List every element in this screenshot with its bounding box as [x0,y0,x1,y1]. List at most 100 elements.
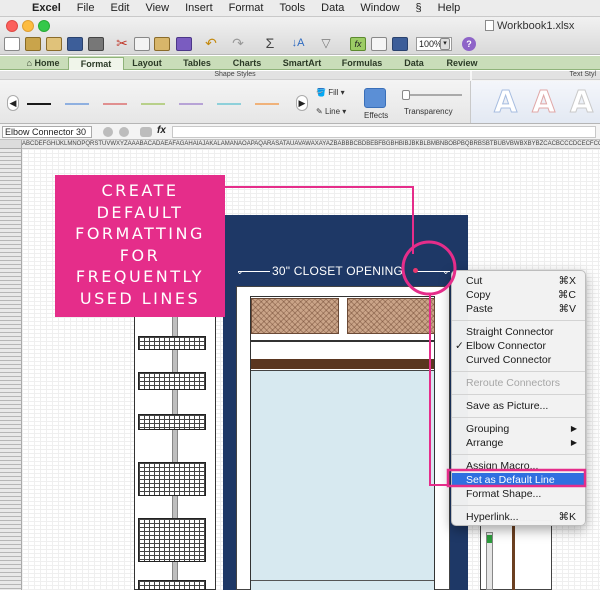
line-style-swatch[interactable] [179,103,203,105]
tab-tables[interactable]: Tables [176,57,218,70]
row-headers[interactable] [0,149,22,590]
menu-item-cut[interactable]: Cut ⌘X [452,274,585,288]
menu-tools[interactable]: Tools [271,2,313,14]
insert-function-icon[interactable]: fx [350,37,366,51]
line-style-swatch[interactable] [141,103,165,105]
transparency-slider[interactable] [402,94,462,96]
tab-data[interactable]: Data [396,57,432,70]
wire-drawer[interactable] [138,462,206,496]
menu-item-set-as-default-line[interactable]: Set as Default Line [452,473,585,487]
name-box[interactable]: Elbow Connector 30 [2,126,92,138]
menu-item-hyperlink[interactable]: Hyperlink... ⌘K [452,510,585,524]
toolbox-icon[interactable] [392,37,408,51]
side-closet-rod[interactable] [512,522,515,590]
shortcut-label: ⌘K [558,511,576,523]
wire-drawer[interactable] [138,372,206,390]
callout-line: USED LINES [79,288,201,308]
help-icon[interactable]: ? [462,37,476,51]
effects-button[interactable] [364,88,386,108]
menu-item-assign-macro[interactable]: Assign Macro... [452,459,585,473]
tab-charts[interactable]: Charts [226,57,268,70]
menu-format[interactable]: Format [221,2,272,14]
format-painter-icon[interactable] [176,37,192,51]
undo-icon[interactable]: ↶ [203,36,219,51]
formula-input[interactable] [172,126,596,138]
pen-icon: ✎ [316,107,323,116]
minimize-window-button[interactable] [22,20,34,32]
menu-edit[interactable]: Edit [102,2,137,14]
autosum-icon[interactable]: Σ [262,36,278,51]
wire-drawer[interactable] [138,336,206,350]
save-icon[interactable] [67,37,83,51]
templates-icon[interactable] [25,37,41,51]
side-closet-marker[interactable] [487,535,492,543]
tab-layout[interactable]: Layout [126,57,168,70]
tab-formulas[interactable]: Formulas [336,57,388,70]
menu-help[interactable]: Help [430,2,469,14]
menu-data[interactable]: Data [313,2,352,14]
wire-drawer[interactable] [138,518,206,562]
menu-file[interactable]: File [69,2,103,14]
gallery-previous-button[interactable]: ◀ [7,95,19,111]
show-formatting-palette-icon[interactable] [371,37,387,51]
close-window-button[interactable] [6,20,18,32]
menu-item-arrange[interactable]: Arrange ▶ [452,436,585,450]
select-all-corner[interactable] [0,140,22,149]
fill-button[interactable]: 🪣 Fill ▾ [316,88,345,97]
tab-review[interactable]: Review [440,57,484,70]
zoom-dropdown-icon[interactable]: ▾ [440,38,450,50]
line-style-swatch[interactable] [217,103,241,105]
new-document-icon[interactable] [4,37,20,51]
tab-format[interactable]: Format [68,57,124,70]
zoom-window-button[interactable] [38,20,50,32]
copy-icon[interactable] [134,37,150,51]
wordart-style-red[interactable]: A [531,85,555,121]
tab-smartart[interactable]: SmartArt [276,57,328,70]
menu-item-paste[interactable]: Paste ⌘V [452,302,585,316]
ribbon-body: Shape Styles Text Styl ◀ ▶ 🪣 Fill ▾ ✎ Li… [0,71,600,124]
wire-drawer[interactable] [138,580,206,590]
storage-basket[interactable] [251,298,339,334]
redo-icon[interactable]: ↷ [230,36,246,51]
line-style-swatch[interactable] [255,103,279,105]
gallery-next-button[interactable]: ▶ [296,95,308,111]
closet-floor-line[interactable] [251,580,434,581]
menu-window[interactable]: Window [352,2,407,14]
menu-item-grouping[interactable]: Grouping ▶ [452,422,585,436]
tab-home[interactable]: ⌂ Home [20,57,66,70]
menu-item-curved-connector[interactable]: Curved Connector [452,353,585,367]
column-headers[interactable]: ABCDEFGHIJKLMNOPQRSTUVWXYZAAABACADAEAFAG… [22,140,600,149]
sort-icon[interactable]: ↓A [290,37,306,51]
menu-insert[interactable]: Insert [177,2,221,14]
selected-connector-handle[interactable] [413,268,418,273]
cancel-icon[interactable] [103,127,113,137]
open-folder-icon[interactable] [46,37,62,51]
hanging-area[interactable] [251,370,434,590]
menu-item-straight-connector[interactable]: Straight Connector [452,325,585,339]
menu-item-elbow-connector[interactable]: ✓ Elbow Connector [452,339,585,353]
menu-item-save-as-picture[interactable]: Save as Picture... [452,399,585,413]
menu-item-copy[interactable]: Copy ⌘C [452,288,585,302]
storage-basket[interactable] [347,298,435,334]
cut-icon[interactable]: ✂ [114,36,130,51]
paste-icon[interactable] [154,37,170,51]
menu-view[interactable]: View [137,2,177,14]
print-icon[interactable] [88,37,104,51]
line-button[interactable]: ✎ Line ▾ [316,107,346,116]
line-style-swatch[interactable] [103,103,127,105]
formula-builder-icon[interactable] [140,127,152,137]
line-style-swatch[interactable] [27,103,51,105]
transparency-slider-handle[interactable] [402,90,410,100]
menu-excel[interactable]: Excel [24,2,69,14]
script-menu-icon[interactable]: § [408,2,430,14]
hanging-rod[interactable] [251,359,434,369]
wordart-style-blue[interactable]: A [493,85,517,121]
line-style-swatch[interactable] [65,103,89,105]
closet-opening-dimension-label[interactable]: 30" CLOSET OPENING [272,264,403,278]
menu-item-format-shape[interactable]: Format Shape... [452,487,585,501]
enter-icon[interactable] [119,127,129,137]
wire-drawer[interactable] [138,414,206,430]
shelf[interactable] [251,340,434,342]
filter-icon[interactable]: ▽ [318,37,334,51]
wordart-style-gray[interactable]: A [569,85,593,121]
